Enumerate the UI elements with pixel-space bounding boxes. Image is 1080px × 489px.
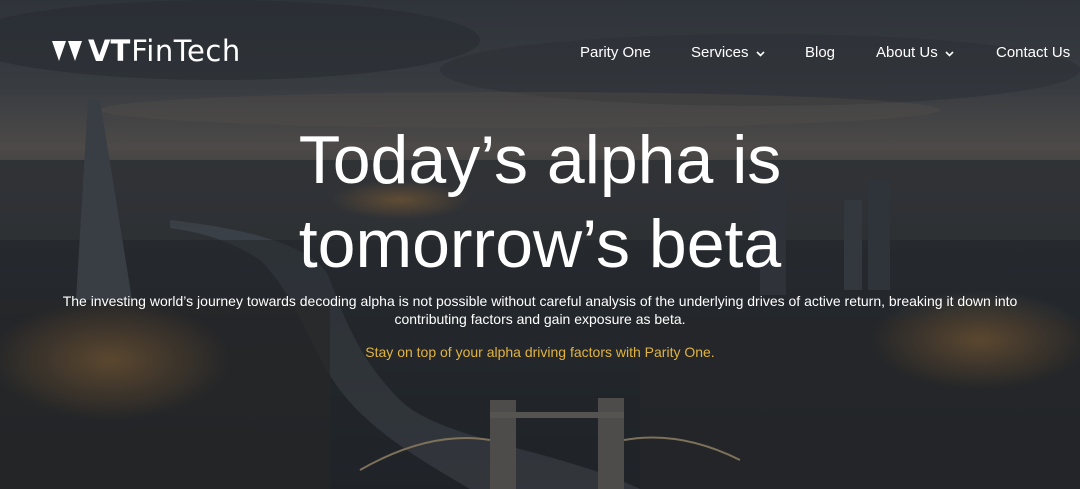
nav-item-contact-us[interactable]: Contact Us (996, 40, 1070, 64)
main-navigation: Parity One Services Blog About Us Contac… (0, 40, 1080, 64)
nav-item-label: Services (691, 43, 749, 61)
hero-cta-link[interactable]: Stay on top of your alpha driving factor… (0, 343, 1080, 361)
nav-item-label: Contact Us (996, 43, 1071, 61)
nav-item-services[interactable]: Services (691, 40, 765, 64)
hero-section: VT FinTech Parity One Services Blog Abou… (0, 0, 1080, 489)
nav-item-label: Blog (805, 43, 836, 61)
nav-item-blog[interactable]: Blog (805, 40, 835, 64)
nav-item-parity-one[interactable]: Parity One (580, 40, 651, 64)
chevron-down-icon (755, 50, 765, 57)
hero-intro-text: The investing world’s journey towards de… (62, 293, 1018, 327)
nav-item-label: About Us (876, 43, 938, 61)
hero-headline: Today’s alpha is tomorrow’s beta (0, 118, 1080, 286)
nav-item-about-us[interactable]: About Us (876, 40, 954, 64)
nav-item-label: Parity One (580, 43, 651, 61)
hero-headline-line-2: tomorrow’s beta (298, 206, 782, 282)
site-header: VT FinTech Parity One Services Blog Abou… (0, 0, 1080, 100)
hero-headline-line-1: Today’s alpha is (298, 122, 782, 198)
chevron-down-icon (945, 50, 954, 57)
